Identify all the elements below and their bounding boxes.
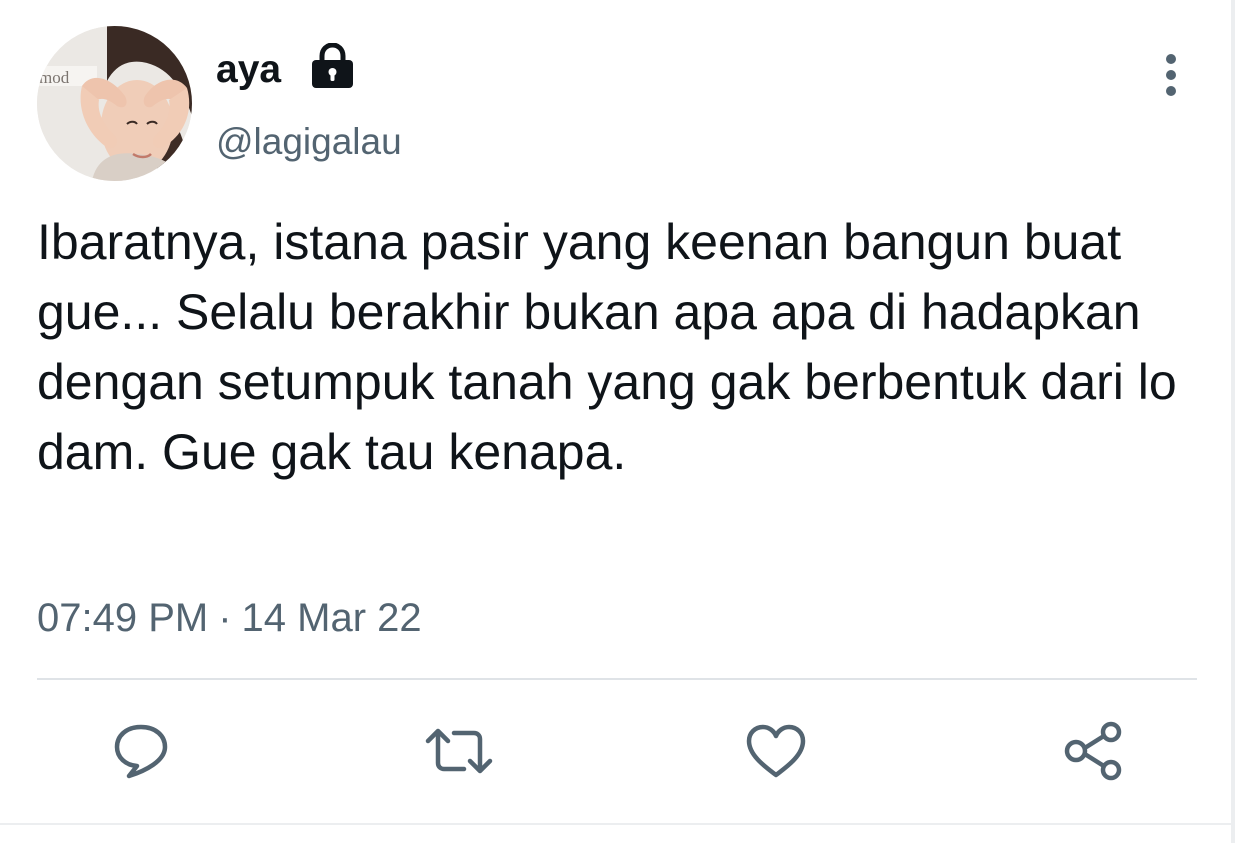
tweet-text: Ibaratnya, istana pasir yang keenan bang… [37, 214, 1177, 480]
like-button[interactable] [741, 716, 811, 786]
bottom-border [0, 823, 1235, 825]
avatar-photo: mod [37, 26, 192, 181]
display-name[interactable]: aya [216, 44, 281, 96]
heart-icon [746, 724, 806, 778]
user-handle[interactable]: @lagigalau [216, 117, 402, 167]
share-icon [1064, 721, 1122, 781]
tweet-time: 07:49 PM [37, 596, 209, 640]
more-vertical-icon[interactable] [1156, 52, 1186, 98]
timestamp-separator: · [218, 596, 232, 640]
share-button[interactable] [1059, 716, 1129, 786]
retweet-button[interactable] [424, 716, 494, 786]
divider [37, 678, 1197, 680]
reply-button[interactable] [106, 716, 176, 786]
lock-icon [312, 43, 353, 88]
avatar[interactable]: mod [37, 26, 192, 181]
tweet-timestamp[interactable]: 07:49 PM · 14 Mar 22 [37, 590, 422, 646]
tweet-date: 14 Mar 22 [241, 596, 422, 640]
speech-bubble-icon [114, 724, 168, 779]
page-edge [1231, 0, 1235, 843]
retweet-icon [425, 728, 493, 774]
avatar-caption: mod [39, 68, 70, 87]
